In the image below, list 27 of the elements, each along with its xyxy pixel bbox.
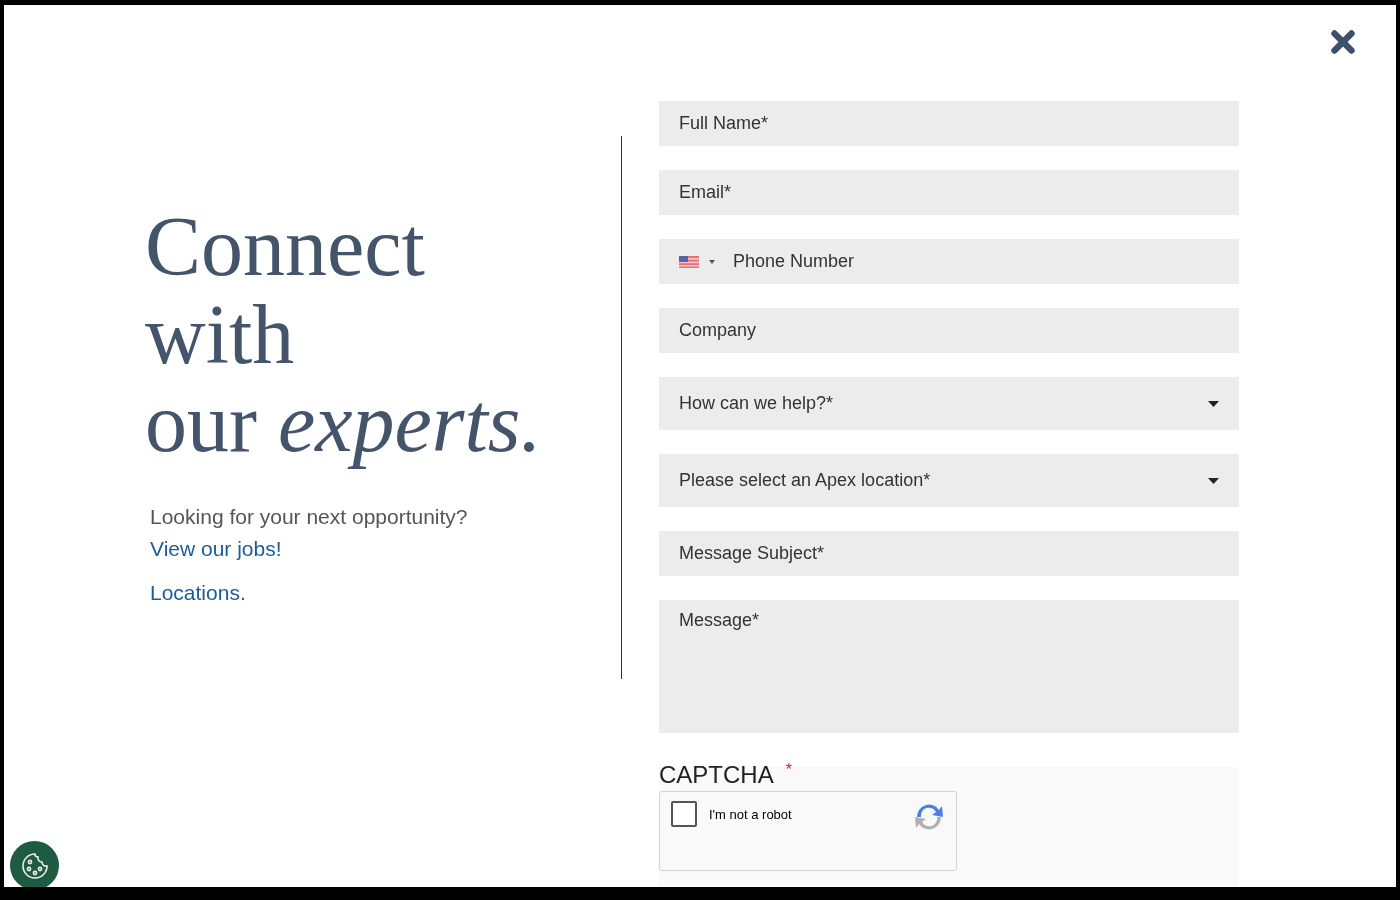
select-input[interactable]: How can we help?* <box>679 393 1198 415</box>
phone-input[interactable]: Phone Number <box>733 251 1219 273</box>
select-input[interactable]: Please select an Apex location* <box>679 470 1198 492</box>
heading-line: Connect <box>145 203 426 291</box>
checkbox-label: I'm not a robot <box>709 807 793 822</box>
required-mark: * <box>785 761 792 779</box>
heading-line: with <box>145 291 296 379</box>
input-field[interactable]: Full Name* <box>659 101 1239 147</box>
captcha-label: CAPTCHA <box>659 761 774 789</box>
intro-text: Looking for your next opportunity? <box>150 504 469 530</box>
input-field[interactable]: Email* <box>659 170 1239 216</box>
text-link[interactable]: View our jobs! <box>150 533 282 565</box>
input-field[interactable]: Company <box>659 308 1239 354</box>
text-link[interactable]: Locations. <box>150 577 246 609</box>
cookie-icon <box>19 850 50 881</box>
caret-icon <box>709 259 715 264</box>
select-field[interactable]: Please select an Apex location* <box>659 454 1239 508</box>
phone-field[interactable]: Phone Number <box>659 239 1239 285</box>
cookie-settings-button[interactable] <box>10 841 59 887</box>
caret-icon <box>1208 477 1219 484</box>
flag-icon <box>679 255 699 268</box>
heading-line: our experts. <box>145 379 543 467</box>
caret-icon <box>1208 400 1219 407</box>
select-field[interactable]: How can we help?* <box>659 377 1239 431</box>
input-field[interactable]: Message Subject* <box>659 531 1239 577</box>
message-field[interactable]: Message* <box>659 600 1239 733</box>
checkbox[interactable] <box>671 801 697 827</box>
